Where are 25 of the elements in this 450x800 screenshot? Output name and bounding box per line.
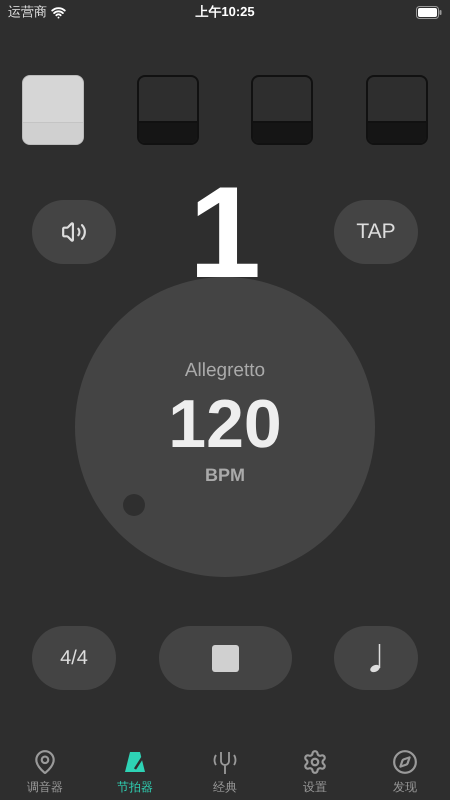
battery-icon — [416, 6, 442, 18]
stop-icon — [212, 644, 238, 672]
speaker-icon — [61, 219, 87, 245]
tempo-marking: Allegretto — [184, 359, 266, 383]
tab-item[interactable]: 调音器 — [0, 742, 90, 796]
tab-item[interactable]: 发现 — [360, 742, 450, 796]
quarter-note-icon — [369, 643, 383, 673]
tab-item[interactable]: 节拍器 — [90, 742, 180, 796]
wifi-icon — [51, 4, 66, 20]
tempo-value: 120 — [168, 386, 282, 462]
metronome-icon — [122, 749, 148, 775]
carrier-label: 运营商 — [8, 3, 47, 22]
tap-button[interactable]: TAP — [334, 200, 418, 264]
beat-block[interactable] — [251, 75, 314, 145]
beat-block[interactable] — [22, 75, 84, 145]
compass-icon — [392, 749, 418, 775]
tempo-unit: BPM — [205, 464, 245, 486]
beat-block[interactable] — [136, 75, 199, 145]
tab-item[interactable]: 经典 — [180, 742, 270, 796]
beat-block[interactable] — [366, 75, 428, 145]
clock-label: 上午10:25 — [195, 3, 255, 22]
settings-icon — [302, 749, 328, 775]
tempo-dial[interactable]: Allegretto 120 BPM — [75, 277, 375, 577]
time-signature-button[interactable]: 4/4 — [32, 626, 116, 690]
tab-item[interactable]: 设置 — [270, 742, 360, 796]
